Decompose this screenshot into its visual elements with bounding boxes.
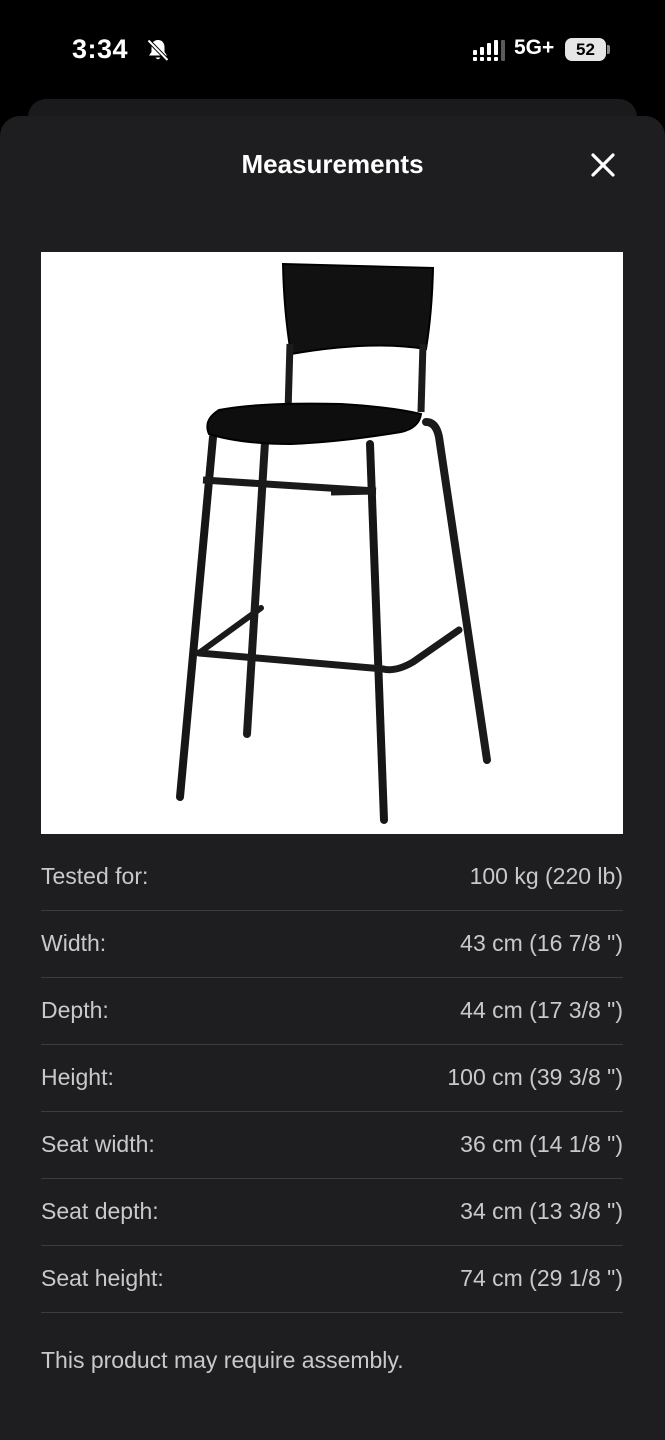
measurement-label: Width:: [41, 930, 107, 956]
measurement-label: Height:: [41, 1064, 114, 1090]
bell-slash-icon: [147, 39, 169, 62]
measurement-value: 34 cm (13 3/8 "): [460, 1198, 623, 1224]
measurement-row: Seat height: 74 cm (29 1/8 "): [41, 1246, 623, 1313]
measurement-row: Height: 100 cm (39 3/8 "): [41, 1045, 623, 1112]
signal-icon: [473, 40, 505, 61]
product-image: [41, 252, 623, 834]
bar-stool-illustration: [176, 262, 491, 824]
network-label: 5G+: [514, 36, 555, 59]
measurement-label: Seat width:: [41, 1131, 155, 1157]
measurement-row: Seat width: 36 cm (14 1/8 "): [41, 1112, 623, 1179]
measurement-row: Seat depth: 34 cm (13 3/8 "): [41, 1179, 623, 1246]
measurement-value: 100 kg (220 lb): [469, 863, 623, 889]
measurements-sheet: Measurements Tested for: 100 kg (220 lb)…: [0, 116, 665, 1440]
measurement-row: Width: 43 cm (16 7/8 "): [41, 911, 623, 978]
measurement-row: Depth: 44 cm (17 3/8 "): [41, 978, 623, 1045]
measurements-list: Tested for: 100 kg (220 lb) Width: 43 cm…: [41, 844, 623, 1313]
measurement-row: Tested for: 100 kg (220 lb): [41, 844, 623, 911]
measurement-value: 74 cm (29 1/8 "): [460, 1265, 623, 1291]
measurement-label: Tested for:: [41, 863, 149, 889]
battery-level: 52: [576, 40, 595, 59]
status-time: 3:34: [72, 34, 129, 64]
measurement-label: Seat depth:: [41, 1198, 159, 1224]
assembly-note: This product may require assembly.: [41, 1347, 404, 1373]
measurement-label: Depth:: [41, 997, 109, 1023]
battery-tip: [607, 45, 610, 54]
measurement-label: Seat height:: [41, 1265, 164, 1291]
measurement-value: 44 cm (17 3/8 "): [460, 997, 623, 1023]
measurement-value: 43 cm (16 7/8 "): [460, 930, 623, 956]
sheet-title: Measurements: [241, 149, 424, 179]
battery-icon: 52: [565, 38, 606, 61]
measurement-value: 100 cm (39 3/8 "): [447, 1064, 623, 1090]
measurement-value: 36 cm (14 1/8 "): [460, 1131, 623, 1157]
close-icon[interactable]: [585, 147, 621, 183]
status-bar: 3:34 5G+ 52: [0, 0, 665, 100]
